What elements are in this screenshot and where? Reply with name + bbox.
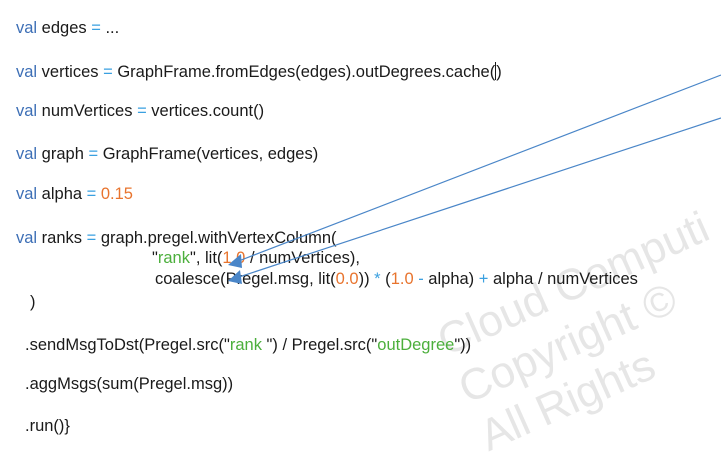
arrow-line-1 (235, 74, 721, 263)
arrow-line-2 (235, 117, 721, 279)
arrow-head-2 (228, 270, 242, 284)
annotation-arrows (228, 74, 721, 284)
arrow-head-1 (228, 254, 242, 268)
